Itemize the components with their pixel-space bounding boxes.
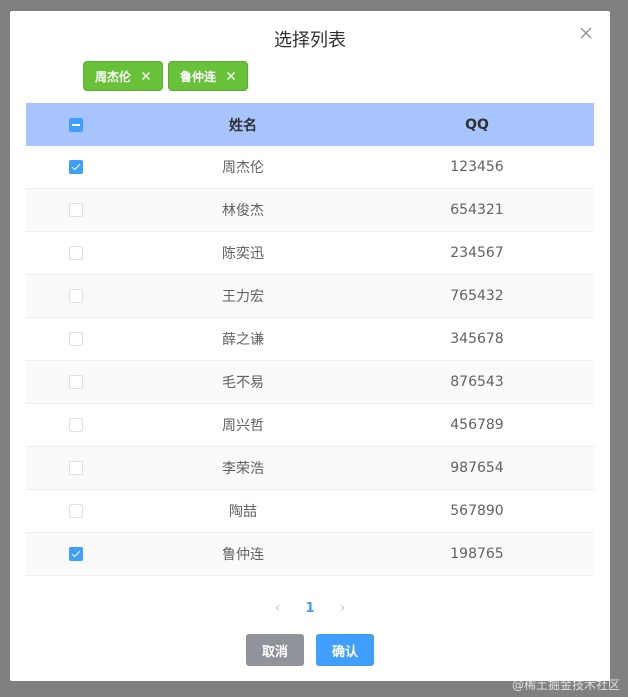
header-check-cell <box>26 117 126 132</box>
name-cell: 陶喆 <box>229 504 257 520</box>
qq-cell: 765432 <box>450 288 504 304</box>
tag-close-icon[interactable] <box>225 70 237 82</box>
table-header: 姓名 QQ <box>26 103 594 146</box>
tag-label: 周杰伦 <box>95 69 132 84</box>
qq-cell: 876543 <box>450 374 504 390</box>
page-number[interactable]: 1 <box>305 601 314 616</box>
qq-cell: 567890 <box>450 503 504 519</box>
close-icon[interactable] <box>578 25 594 41</box>
qq-cell: 234567 <box>450 245 504 261</box>
watermark-text: @稀土掘金技术社区 <box>511 678 620 692</box>
table-row[interactable]: 周杰伦 123456 <box>26 146 594 189</box>
table-row[interactable]: 薛之谦 345678 <box>26 318 594 361</box>
name-cell: 林俊杰 <box>222 203 264 219</box>
row-checkbox[interactable] <box>69 375 83 389</box>
confirm-button[interactable]: 确认 <box>316 634 375 666</box>
row-checkbox[interactable] <box>69 332 83 346</box>
cancel-button[interactable]: 取消 <box>245 634 304 666</box>
name-cell: 鲁仲连 <box>222 547 264 563</box>
row-checkbox[interactable] <box>69 461 83 475</box>
selected-tag: 鲁仲连 <box>168 61 249 91</box>
next-page-button[interactable]: › <box>337 600 349 616</box>
selected-tag: 周杰伦 <box>83 61 164 91</box>
row-checkbox[interactable] <box>69 203 83 217</box>
user-table: 姓名 QQ 周杰伦 123456 林俊杰 654321 陈奕迅 234567 王… <box>26 103 594 576</box>
name-cell: 陈奕迅 <box>222 246 264 262</box>
name-cell: 薛之谦 <box>222 332 264 348</box>
name-cell: 李荣浩 <box>222 461 264 477</box>
dialog-title: 选择列表 <box>274 30 346 51</box>
column-header-qq: QQ <box>465 116 489 133</box>
row-checkbox[interactable] <box>69 418 83 432</box>
row-checkbox[interactable] <box>69 246 83 260</box>
table-row[interactable]: 周兴哲 456789 <box>26 404 594 447</box>
table-row[interactable]: 陶喆 567890 <box>26 490 594 533</box>
row-checkbox[interactable] <box>69 160 83 174</box>
column-header-name: 姓名 <box>229 117 257 134</box>
row-checkbox[interactable] <box>69 504 83 518</box>
select-list-dialog: 选择列表 周杰伦 鲁仲连 姓名 QQ 周杰伦 123456 林俊杰 654321… <box>10 11 610 681</box>
tag-label: 鲁仲连 <box>180 69 217 84</box>
tag-close-icon[interactable] <box>140 70 152 82</box>
name-cell: 周兴哲 <box>222 418 264 434</box>
prev-page-button[interactable]: ‹ <box>271 600 283 616</box>
selected-tags: 周杰伦 鲁仲连 <box>83 61 249 91</box>
dialog-footer: 取消 确认 <box>10 634 610 666</box>
table-row[interactable]: 陈奕迅 234567 <box>26 232 594 275</box>
qq-cell: 123456 <box>450 159 504 175</box>
select-all-checkbox[interactable] <box>69 117 83 132</box>
table-row[interactable]: 李荣浩 987654 <box>26 447 594 490</box>
row-checkbox[interactable] <box>69 547 83 561</box>
table-row[interactable]: 林俊杰 654321 <box>26 189 594 232</box>
row-checkbox[interactable] <box>69 289 83 303</box>
pagination: ‹ 1 › <box>10 598 610 618</box>
qq-cell: 198765 <box>450 546 504 562</box>
table-row[interactable]: 鲁仲连 198765 <box>26 533 594 576</box>
table-row[interactable]: 王力宏 765432 <box>26 275 594 318</box>
name-cell: 毛不易 <box>222 375 264 391</box>
qq-cell: 345678 <box>450 331 504 347</box>
name-cell: 王力宏 <box>222 289 264 305</box>
name-cell: 周杰伦 <box>222 160 264 176</box>
qq-cell: 456789 <box>450 417 504 433</box>
table-row[interactable]: 毛不易 876543 <box>26 361 594 404</box>
qq-cell: 654321 <box>450 202 504 218</box>
qq-cell: 987654 <box>450 460 504 476</box>
